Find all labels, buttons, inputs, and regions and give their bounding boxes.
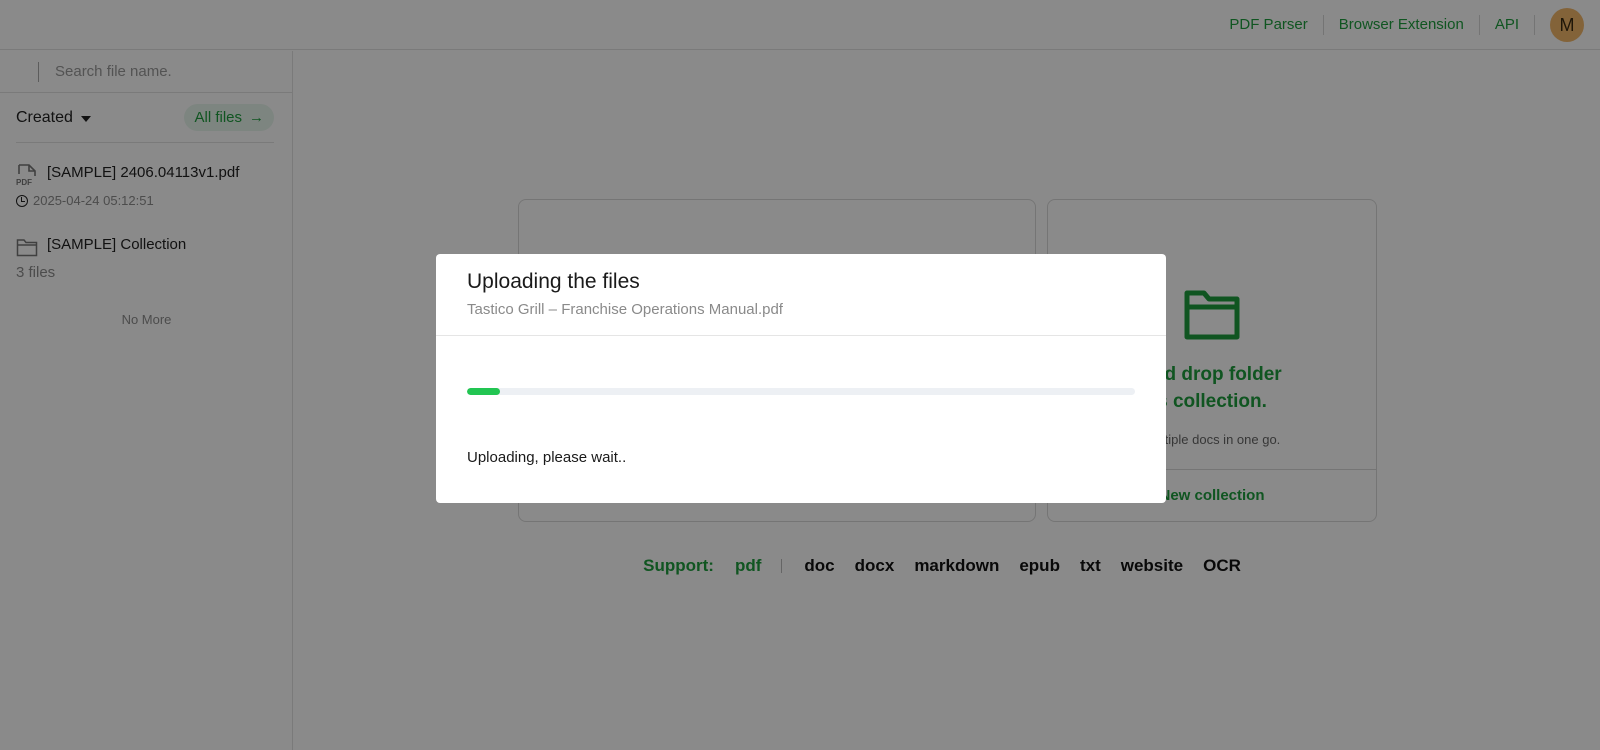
upload-status: Uploading, please wait.. [467, 449, 627, 466]
upload-progress-fill [467, 388, 501, 395]
modal-title: Uploading the files [467, 270, 640, 293]
modal-header: Uploading the files Tastico Grill – Fran… [436, 254, 1166, 336]
upload-file-name: Tastico Grill – Franchise Operations Man… [467, 301, 783, 318]
upload-modal: Uploading the files Tastico Grill – Fran… [436, 254, 1166, 503]
upload-progress-bar [467, 388, 1135, 395]
